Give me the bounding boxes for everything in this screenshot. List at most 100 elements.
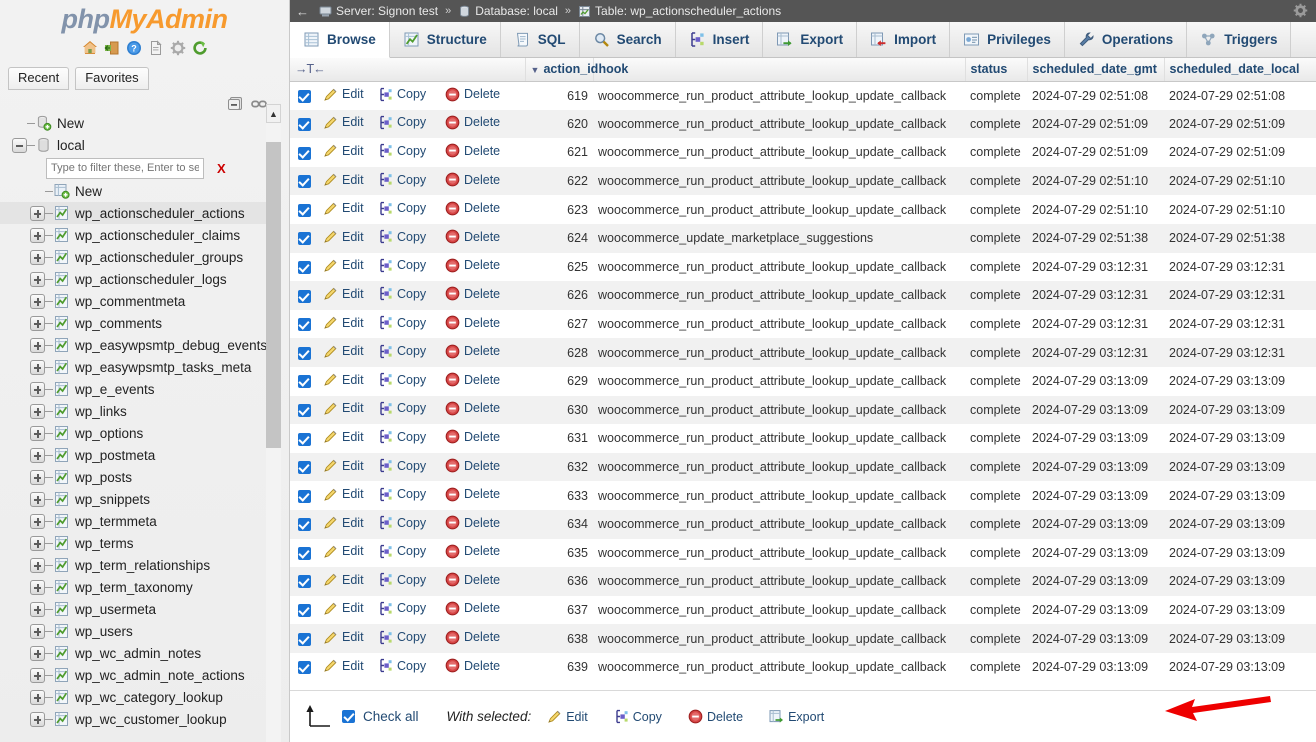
delete-link[interactable]: Delete bbox=[445, 115, 500, 130]
row-delete-cell[interactable]: Delete bbox=[440, 252, 526, 282]
table-row[interactable]: Edit Copy Delete 637 woocommerce_run_product… bbox=[290, 595, 1316, 625]
delete-link[interactable]: Delete bbox=[445, 515, 500, 530]
row-checkbox[interactable] bbox=[297, 461, 311, 475]
row-checkbox[interactable] bbox=[297, 289, 311, 303]
row-copy-cell[interactable]: Copy bbox=[373, 309, 440, 339]
row-edit-cell[interactable]: Edit bbox=[318, 481, 373, 510]
bulk-export-button[interactable]: Export bbox=[769, 709, 824, 724]
delete-link[interactable]: Delete bbox=[445, 658, 500, 673]
settings-icon[interactable] bbox=[170, 40, 186, 56]
row-copy-cell[interactable]: Copy bbox=[373, 567, 440, 596]
row-select-cell[interactable] bbox=[290, 138, 318, 167]
delete-link[interactable]: Delete bbox=[445, 87, 500, 102]
row-edit-cell[interactable]: Edit bbox=[318, 509, 373, 539]
tree-item-wp-commentmeta[interactable]: wp_commentmeta bbox=[0, 290, 272, 312]
expand-node-icon[interactable] bbox=[30, 667, 45, 683]
row-delete-cell[interactable]: Delete bbox=[440, 595, 526, 625]
sidebar-scrollbar[interactable]: ▲ bbox=[266, 104, 281, 742]
tree-item-wp-wc-admin-note-actions[interactable]: wp_wc_admin_note_actions bbox=[0, 664, 272, 686]
favorites-tab[interactable]: Favorites bbox=[75, 67, 149, 90]
row-checkbox[interactable] bbox=[297, 604, 311, 618]
edit-link[interactable]: Edit bbox=[323, 401, 364, 416]
delete-link[interactable]: Delete bbox=[445, 372, 500, 387]
expand-node-icon[interactable] bbox=[30, 227, 45, 243]
row-checkbox[interactable] bbox=[297, 661, 311, 675]
tree-item-wp-postmeta[interactable]: wp_postmeta bbox=[0, 444, 272, 466]
row-delete-cell[interactable]: Delete bbox=[440, 138, 526, 167]
row-delete-cell[interactable]: Delete bbox=[440, 424, 526, 453]
copy-link[interactable]: Copy bbox=[378, 515, 426, 530]
copy-link[interactable]: Copy bbox=[378, 143, 426, 158]
check-all-checkbox[interactable] bbox=[342, 710, 355, 723]
table-row[interactable]: Edit Copy Delete 636 woocommerce_run_product… bbox=[290, 567, 1316, 596]
expand-node-icon[interactable] bbox=[30, 315, 45, 331]
tree-item-wp-usermeta[interactable]: wp_usermeta bbox=[0, 598, 272, 620]
row-select-cell[interactable] bbox=[290, 567, 318, 596]
copy-link[interactable]: Copy bbox=[378, 487, 426, 502]
row-delete-cell[interactable]: Delete bbox=[440, 452, 526, 482]
table-row[interactable]: Edit Copy Delete 635 woocommerce_run_product… bbox=[290, 538, 1316, 568]
expand-node-icon[interactable] bbox=[30, 205, 45, 221]
row-copy-cell[interactable]: Copy bbox=[373, 166, 440, 196]
row-delete-cell[interactable]: Delete bbox=[440, 109, 526, 139]
table-row[interactable]: Edit Copy Delete 622 woocommerce_run_product… bbox=[290, 166, 1316, 196]
row-copy-cell[interactable]: Copy bbox=[373, 338, 440, 367]
row-checkbox[interactable] bbox=[297, 403, 311, 417]
row-copy-cell[interactable]: Copy bbox=[373, 281, 440, 310]
table-row[interactable]: Edit Copy Delete 625 woocommerce_run_product… bbox=[290, 252, 1316, 282]
edit-link[interactable]: Edit bbox=[323, 115, 364, 130]
edit-link[interactable]: Edit bbox=[323, 344, 364, 359]
tree-item-wp-actionscheduler-groups[interactable]: wp_actionscheduler_groups bbox=[0, 246, 272, 268]
row-checkbox[interactable] bbox=[297, 89, 311, 103]
row-delete-cell[interactable]: Delete bbox=[440, 223, 526, 253]
logout-icon[interactable] bbox=[104, 40, 120, 56]
row-delete-cell[interactable]: Delete bbox=[440, 395, 526, 425]
row-select-cell[interactable] bbox=[290, 338, 318, 367]
copy-link[interactable]: Copy bbox=[378, 544, 426, 559]
collapse-node-icon[interactable] bbox=[12, 137, 27, 153]
copy-link[interactable]: Copy bbox=[378, 401, 426, 416]
expand-node-icon[interactable] bbox=[30, 711, 45, 727]
expand-node-icon[interactable] bbox=[30, 513, 45, 529]
header-scheduled-date-gmt[interactable]: scheduled_date_gmt bbox=[1027, 58, 1165, 82]
copy-link[interactable]: Copy bbox=[378, 572, 426, 587]
row-delete-cell[interactable]: Delete bbox=[440, 652, 526, 682]
row-edit-cell[interactable]: Edit bbox=[318, 652, 373, 682]
copy-link[interactable]: Copy bbox=[378, 87, 426, 102]
edit-link[interactable]: Edit bbox=[323, 487, 364, 502]
home-icon[interactable] bbox=[82, 40, 98, 56]
expand-node-icon[interactable] bbox=[30, 491, 45, 507]
edit-link[interactable]: Edit bbox=[323, 515, 364, 530]
row-select-cell[interactable] bbox=[290, 366, 318, 396]
tree-item-wp-wc-admin-notes[interactable]: wp_wc_admin_notes bbox=[0, 642, 272, 664]
row-delete-cell[interactable]: Delete bbox=[440, 166, 526, 196]
row-edit-cell[interactable]: Edit bbox=[318, 538, 373, 568]
row-select-cell[interactable] bbox=[290, 166, 318, 196]
tree-item-wp-comments[interactable]: wp_comments bbox=[0, 312, 272, 334]
recent-tab[interactable]: Recent bbox=[8, 67, 70, 90]
row-edit-cell[interactable]: Edit bbox=[318, 281, 373, 310]
expand-node-icon[interactable] bbox=[30, 293, 45, 309]
row-copy-cell[interactable]: Copy bbox=[373, 81, 440, 110]
tree-item-wp-posts[interactable]: wp_posts bbox=[0, 466, 272, 488]
edit-link[interactable]: Edit bbox=[323, 601, 364, 616]
copy-link[interactable]: Copy bbox=[378, 172, 426, 187]
tree-item-wp-easywpsmtp-debug-events[interactable]: wp_easywpsmtp_debug_events bbox=[0, 334, 272, 356]
table-row[interactable]: Edit Copy Delete 620 woocommerce_run_product… bbox=[290, 109, 1316, 139]
tab-triggers[interactable]: Triggers bbox=[1187, 22, 1292, 57]
row-select-cell[interactable] bbox=[290, 223, 318, 253]
row-checkbox[interactable] bbox=[297, 518, 311, 532]
row-edit-cell[interactable]: Edit bbox=[318, 109, 373, 139]
row-select-cell[interactable] bbox=[290, 481, 318, 510]
expand-node-icon[interactable] bbox=[30, 381, 45, 397]
row-edit-cell[interactable]: Edit bbox=[318, 81, 373, 110]
table-row[interactable]: Edit Copy Delete 633 woocommerce_run_product… bbox=[290, 481, 1316, 510]
edit-link[interactable]: Edit bbox=[323, 572, 364, 587]
edit-link[interactable]: Edit bbox=[323, 201, 364, 216]
row-delete-cell[interactable]: Delete bbox=[440, 309, 526, 339]
tree-item-wp-term-taxonomy[interactable]: wp_term_taxonomy bbox=[0, 576, 272, 598]
expand-node-icon[interactable] bbox=[30, 425, 45, 441]
row-checkbox[interactable] bbox=[297, 432, 311, 446]
row-checkbox[interactable] bbox=[297, 346, 311, 360]
row-edit-cell[interactable]: Edit bbox=[318, 166, 373, 196]
